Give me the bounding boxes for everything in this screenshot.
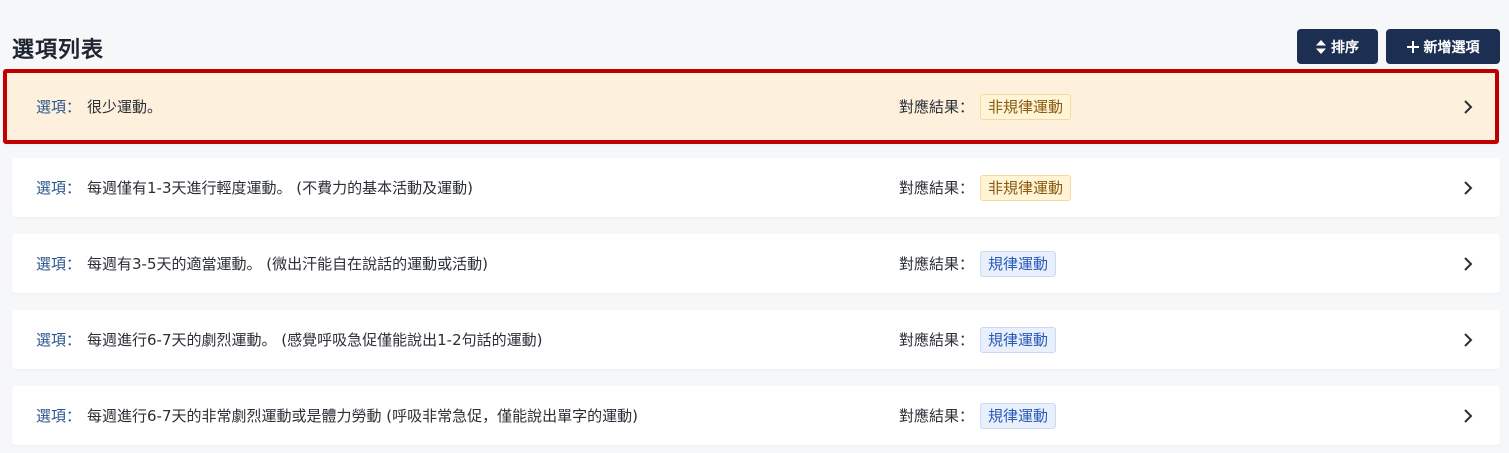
result-group: 對應結果： 規律運動 xyxy=(899,386,1057,445)
option-row-2[interactable]: 選項： 每週僅有1-3天進行輕度運動。 (不費力的基本活動及運動) 對應結果： … xyxy=(12,158,1500,217)
result-group: 對應結果： 規律運動 xyxy=(899,310,1057,369)
result-label: 對應結果： xyxy=(899,255,975,273)
option-list-page: 選項列表 排序 新增選項 選項： 很少運動。 對應結果： 非規律運動 選項： 每… xyxy=(0,0,1509,453)
result-badge: 非規律運動 xyxy=(980,174,1072,201)
option-content: 選項： 每週進行6-7天的非常劇烈運動或是體力勞動 (呼吸非常急促，僅能說出單字… xyxy=(36,386,1500,445)
chevron-right-icon[interactable] xyxy=(1460,332,1476,348)
plus-icon xyxy=(1406,40,1419,53)
option-row-5[interactable]: 選項： 每週進行6-7天的非常劇烈運動或是體力勞動 (呼吸非常急促，僅能說出單字… xyxy=(12,386,1500,445)
option-label: 選項： xyxy=(36,179,82,197)
option-content: 選項： 每週僅有1-3天進行輕度運動。 (不費力的基本活動及運動) xyxy=(36,158,1500,217)
chevron-right-icon[interactable] xyxy=(1460,408,1476,424)
list-header: 選項列表 排序 新增選項 xyxy=(12,28,1500,66)
sort-button-label: 排序 xyxy=(1331,39,1359,56)
option-content: 選項： 每週進行6-7天的劇烈運動。 (感覺呼吸急促僅能說出1-2句話的運動) xyxy=(36,310,1500,369)
option-content: 選項： 每週有3-5天的適當運動。 (微出汗能自在說話的運動或活動) xyxy=(36,234,1500,293)
option-label: 選項： xyxy=(36,331,82,349)
option-row-1[interactable]: 選項： 很少運動。 對應結果： 非規律運動 xyxy=(3,69,1499,144)
sort-icon xyxy=(1316,39,1326,54)
result-group: 對應結果： 非規律運動 xyxy=(899,73,1072,140)
option-text: 每週進行6-7天的劇烈運動。 (感覺呼吸急促僅能說出1-2句話的運動) xyxy=(87,331,543,349)
add-option-button-label: 新增選項 xyxy=(1423,39,1480,56)
chevron-right-icon[interactable] xyxy=(1460,99,1476,115)
option-row-4[interactable]: 選項： 每週進行6-7天的劇烈運動。 (感覺呼吸急促僅能說出1-2句話的運動) … xyxy=(12,310,1500,369)
option-label: 選項： xyxy=(36,407,82,425)
result-badge: 規律運動 xyxy=(980,326,1057,353)
result-badge: 非規律運動 xyxy=(980,93,1072,120)
result-label: 對應結果： xyxy=(899,179,975,197)
add-option-button[interactable]: 新增選項 xyxy=(1386,29,1500,64)
result-group: 對應結果： 規律運動 xyxy=(899,234,1057,293)
result-badge: 規律運動 xyxy=(980,402,1057,429)
option-row-3[interactable]: 選項： 每週有3-5天的適當運動。 (微出汗能自在說話的運動或活動) 對應結果：… xyxy=(12,234,1500,293)
page-title: 選項列表 xyxy=(12,38,105,63)
chevron-right-icon[interactable] xyxy=(1460,256,1476,272)
option-text: 很少運動。 xyxy=(87,98,163,116)
result-label: 對應結果： xyxy=(899,407,975,425)
option-text: 每週有3-5天的適當運動。 (微出汗能自在說話的運動或活動) xyxy=(87,255,488,273)
option-text: 每週僅有1-3天進行輕度運動。 (不費力的基本活動及運動) xyxy=(87,179,473,197)
result-group: 對應結果： 非規律運動 xyxy=(899,158,1072,217)
chevron-right-icon[interactable] xyxy=(1460,180,1476,196)
option-text: 每週進行6-7天的非常劇烈運動或是體力勞動 (呼吸非常急促，僅能說出單字的運動) xyxy=(87,407,638,425)
option-label: 選項： xyxy=(36,98,82,116)
option-content: 選項： 很少運動。 xyxy=(36,73,1495,140)
result-label: 對應結果： xyxy=(899,331,975,349)
result-label: 對應結果： xyxy=(899,98,975,116)
result-badge: 規律運動 xyxy=(980,250,1057,277)
sort-button[interactable]: 排序 xyxy=(1297,29,1378,64)
option-label: 選項： xyxy=(36,255,82,273)
